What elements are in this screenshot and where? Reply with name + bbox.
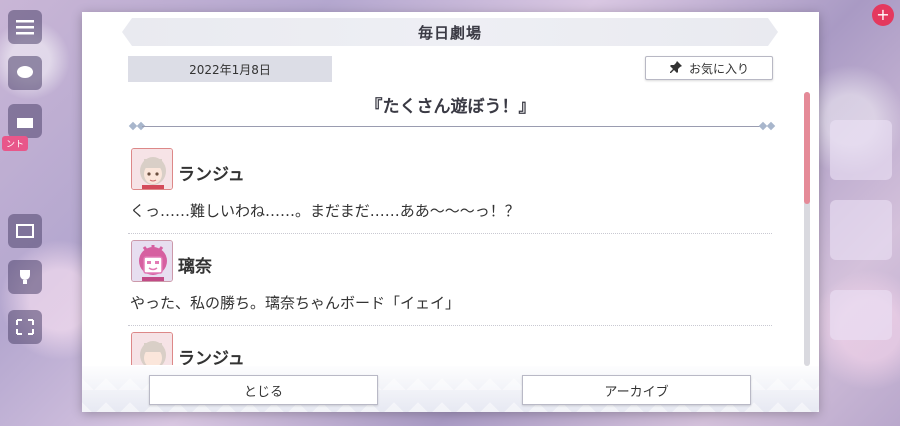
speaker-name: ランジュ xyxy=(178,349,245,365)
dialogue-text: やった、私の勝ち。璃奈ちゃんボード「イェイ」 xyxy=(130,294,461,312)
speaker-name: ランジュ xyxy=(178,165,245,185)
avatar xyxy=(131,240,173,282)
date-label: 2022年1月8日 xyxy=(128,56,332,82)
side-badge: ント xyxy=(2,136,29,151)
dialogue-text: くっ……難しいわね……。まだまだ……ああ～～～っ！？ xyxy=(130,202,520,220)
add-icon[interactable]: + xyxy=(872,4,894,26)
speaker-name: 璃奈 xyxy=(178,257,212,277)
scrollbar[interactable] xyxy=(804,92,810,366)
archive-button[interactable]: アーカイブ xyxy=(522,375,751,405)
title-divider xyxy=(128,121,776,131)
episode-title: 『たくさん遊ぼう！』 xyxy=(365,97,536,117)
favorite-label: お気に入り xyxy=(688,61,749,76)
daily-theater-dialog: 毎日劇場 2022年1月8日 お気に入り 『たくさん遊ぼう！』 ランジュ くっ…… xyxy=(82,12,819,412)
list-item: 璃奈 やった、私の勝ち。璃奈ちゃんボード「イェイ」 xyxy=(128,234,772,326)
avatar xyxy=(131,332,173,365)
avatar xyxy=(131,148,173,190)
right-panel xyxy=(818,60,900,410)
favorite-button[interactable]: お気に入り xyxy=(645,56,773,80)
list-item: ランジュ くっ……難しいわね……。まだまだ……ああ～～～っ！？ xyxy=(128,142,772,234)
image-icon[interactable] xyxy=(8,214,42,248)
scrollbar-thumb[interactable] xyxy=(804,92,810,204)
expand-icon[interactable] xyxy=(8,310,42,344)
gift-icon[interactable] xyxy=(8,104,42,138)
list-item: ランジュ xyxy=(128,326,772,365)
pin-icon xyxy=(669,60,683,77)
message-list[interactable]: ランジュ くっ……難しいわね……。まだまだ……ああ～～～っ！？ 璃奈 やった、私… xyxy=(128,142,772,365)
menu-icon[interactable] xyxy=(8,10,42,44)
title-bar: 毎日劇場 xyxy=(122,18,778,46)
dialog-title: 毎日劇場 xyxy=(417,23,482,42)
trophy-icon[interactable] xyxy=(8,260,42,294)
close-button[interactable]: とじる xyxy=(149,375,378,405)
chat-icon[interactable] xyxy=(8,56,42,90)
